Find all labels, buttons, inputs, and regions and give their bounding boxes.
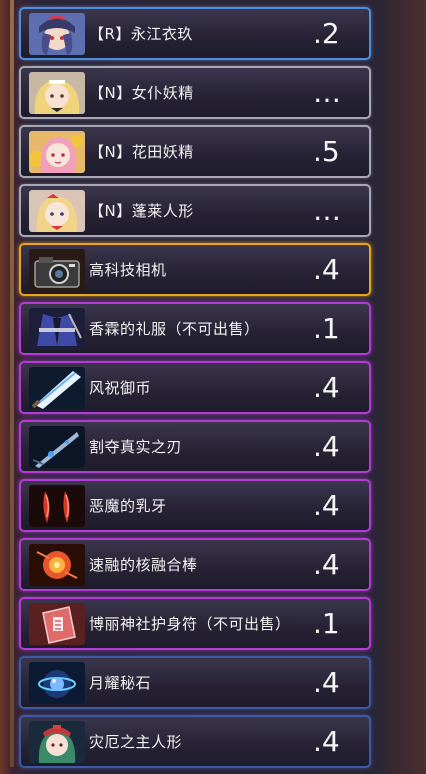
camera-icon xyxy=(29,248,85,291)
list-item[interactable]: 月耀秘石 .4 xyxy=(19,656,371,709)
blade-icon xyxy=(29,425,85,468)
item-name: 月耀秘石 xyxy=(89,674,152,692)
item-value: .5 xyxy=(313,134,340,168)
portrait-maid-fairy-icon xyxy=(29,71,85,114)
item-value: .4 xyxy=(313,429,340,463)
item-name: 风祝御币 xyxy=(89,379,152,397)
item-name: 恶魔的乳牙 xyxy=(89,497,167,515)
robe-icon xyxy=(29,307,85,350)
fang-icon xyxy=(29,484,85,527)
list-item[interactable]: 香霖的礼服（不可出售） .1 xyxy=(19,302,371,355)
item-value: .4 xyxy=(313,665,340,699)
list-item[interactable]: 【N】蓬莱人形 … xyxy=(19,184,371,237)
item-value: … xyxy=(313,75,341,109)
amulet-icon xyxy=(29,602,85,645)
item-value: .4 xyxy=(313,488,340,522)
list-item[interactable]: 速融的核融合棒 .4 xyxy=(19,538,371,591)
item-name: 【N】女仆妖精 xyxy=(89,84,194,102)
list-item[interactable]: 【N】女仆妖精 … xyxy=(19,66,371,119)
item-value: .4 xyxy=(313,724,340,758)
item-value: .1 xyxy=(313,311,340,345)
item-name: 【R】永江衣玖 xyxy=(89,25,193,43)
item-name: 割夺真实之刃 xyxy=(89,438,183,456)
portrait-hourai-doll-icon xyxy=(29,189,85,232)
item-name: 速融的核融合棒 xyxy=(89,556,198,574)
item-name: 【N】花田妖精 xyxy=(89,143,194,161)
list-item[interactable]: 割夺真实之刃 .4 xyxy=(19,420,371,473)
item-name: 高科技相机 xyxy=(89,261,167,279)
item-value: .4 xyxy=(313,370,340,404)
item-name: 博丽神社护身符（不可出售） xyxy=(89,615,291,633)
list-item[interactable]: 【N】花田妖精 .5 xyxy=(19,125,371,178)
item-value: … xyxy=(313,193,341,227)
list-item[interactable]: 恶魔的乳牙 .4 xyxy=(19,479,371,532)
left-frame-border xyxy=(10,0,14,767)
item-value: .1 xyxy=(313,606,340,640)
item-name: 【N】蓬莱人形 xyxy=(89,202,194,220)
item-value: .2 xyxy=(313,16,340,50)
list-item[interactable]: 高科技相机 .4 xyxy=(19,243,371,296)
list-item[interactable]: 博丽神社护身符（不可出售） .1 xyxy=(19,597,371,650)
list-item[interactable]: 风祝御币 .4 xyxy=(19,361,371,414)
item-value: .4 xyxy=(313,252,340,286)
item-list[interactable]: 【R】永江衣玖 .2 【N】女仆妖精 … 【N】花田妖精 .5 【N】蓬莱人形 … xyxy=(19,7,371,774)
portrait-flower-fairy-icon xyxy=(29,130,85,173)
moon-stone-icon xyxy=(29,661,85,704)
list-item[interactable]: 灾厄之主人形 .4 xyxy=(19,715,371,768)
item-name: 灾厄之主人形 xyxy=(89,733,183,751)
portrait-iku-icon xyxy=(29,12,85,55)
list-item[interactable]: 【R】永江衣玖 .2 xyxy=(19,7,371,60)
hina-doll-icon xyxy=(29,720,85,763)
fusion-rod-icon xyxy=(29,543,85,586)
gohei-icon xyxy=(29,366,85,409)
item-value: .4 xyxy=(313,547,340,581)
item-name: 香霖的礼服（不可出售） xyxy=(89,320,260,338)
